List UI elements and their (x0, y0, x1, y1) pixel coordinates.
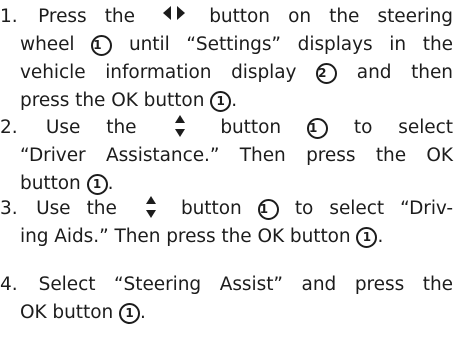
step-text: press the OK button (20, 90, 205, 111)
step-text: to select (353, 117, 453, 138)
step-text: wheel (20, 34, 75, 55)
step-text: ing Aids.” Then press the OK button (20, 226, 351, 247)
step-number: 2. (0, 117, 18, 138)
step-text: Select “Steering Assist” and press the (38, 274, 453, 295)
callout-1: 1 (306, 118, 328, 139)
step-text: button (180, 198, 242, 219)
step-number: 3. (0, 198, 18, 219)
step-text: . (377, 226, 384, 247)
step-2-line-1: 2. Use the button 1 to select (0, 113, 453, 143)
step-text: until “Settings” displays in the (128, 34, 453, 55)
callout-1: 1 (356, 227, 378, 248)
step-text: . (107, 173, 114, 194)
callout-1: 1 (257, 199, 279, 220)
callout-1: 1 (119, 303, 140, 324)
step-text: OK button (20, 302, 114, 323)
step-1-line-2: wheel 1 until “Settings” displays in the (20, 30, 453, 60)
step-4-line-1: 4. Select “Steering Assist” and press th… (0, 270, 453, 300)
step-text: to select “Driv- (294, 198, 453, 219)
step-text: . (140, 302, 146, 323)
step-number: 1. (0, 6, 18, 27)
step-1-line-1: 1. Press the button on the steering (0, 2, 453, 32)
step-3-line-2: ing Aids.” Then press the OK button 1. (20, 222, 383, 252)
step-text: and then (356, 62, 453, 83)
up-down-arrows-icon (174, 115, 186, 137)
step-number: 4. (0, 274, 18, 295)
step-text: button (20, 173, 81, 194)
step-text: . (231, 90, 238, 111)
callout-2: 2 (316, 63, 338, 84)
step-2-line-2: “Driver Assistance.” Then press the OK (20, 141, 453, 171)
step-text: button on the steering (209, 6, 453, 27)
step-1-line-3: vehicle information display 2 and then (20, 58, 453, 88)
step-3-line-1: 3. Use the button 1 to select “Driv- (0, 194, 453, 224)
step-text: vehicle information display (20, 62, 297, 83)
step-4-line-2: OK button 1. (20, 298, 146, 328)
step-text: button (220, 117, 282, 138)
callout-1: 1 (210, 91, 232, 112)
left-right-arrows-icon (163, 6, 186, 20)
up-down-arrows-icon (145, 196, 157, 218)
step-text: Use the (36, 198, 117, 219)
step-text: “Driver Assistance.” Then press the OK (20, 145, 453, 166)
step-1-line-4: press the OK button 1. (20, 86, 237, 116)
step-text: Press the (38, 6, 135, 27)
callout-1: 1 (91, 35, 113, 56)
callout-1: 1 (86, 174, 108, 195)
step-text: Use the (45, 117, 137, 138)
